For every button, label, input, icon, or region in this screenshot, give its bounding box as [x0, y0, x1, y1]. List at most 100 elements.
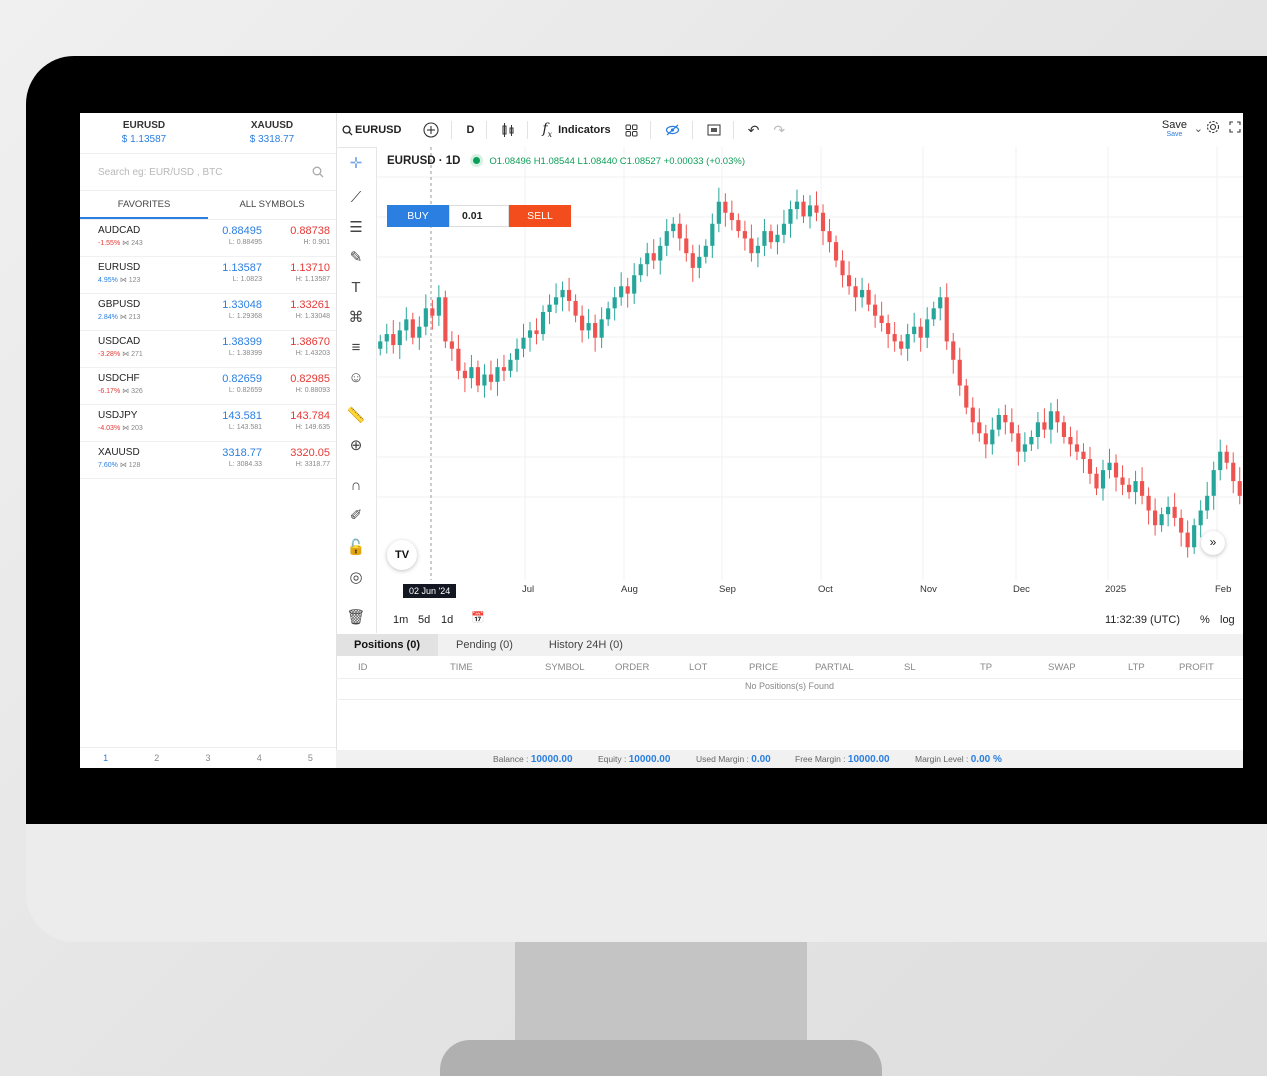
interval-button[interactable]: D	[466, 124, 474, 136]
tab-positions[interactable]: Positions (0)	[336, 634, 439, 656]
bid-price[interactable]: 1.33048	[194, 299, 262, 311]
bid-price[interactable]: 0.88495	[194, 225, 262, 237]
tab-favorites[interactable]: FAVORITES	[80, 191, 208, 219]
crosshair-tool-icon[interactable]: ✛	[345, 153, 367, 175]
divider	[649, 121, 651, 139]
lock-drawing-icon[interactable]: ✐	[345, 505, 367, 527]
bid-price[interactable]: 0.82659	[194, 373, 262, 385]
log-toggle[interactable]: log	[1220, 614, 1235, 626]
templates-button[interactable]	[625, 124, 638, 137]
lot-size-input[interactable]: 0.01	[449, 205, 509, 227]
candle-body	[1042, 422, 1047, 430]
prediction-tool-icon[interactable]: ≡	[345, 337, 367, 359]
ask-price[interactable]: 143.784	[262, 410, 330, 422]
eye-icon[interactable]: ◎	[345, 567, 367, 589]
text-tool-icon[interactable]: T	[345, 277, 367, 299]
symbol-name: GBPUSD	[98, 299, 141, 310]
ask-price[interactable]: 0.88738	[262, 225, 330, 237]
compare-button[interactable]	[423, 122, 440, 138]
page-1[interactable]: 1	[80, 748, 131, 768]
visibility-toggle[interactable]	[665, 124, 680, 136]
sell-button[interactable]: SELL	[509, 205, 571, 227]
scroll-to-realtime-button[interactable]: »	[1201, 531, 1225, 555]
high-price: H: 0.88093	[295, 387, 330, 394]
ask-price[interactable]: 1.33261	[262, 299, 330, 311]
trash-icon[interactable]: 🗑	[345, 607, 367, 629]
candles-icon	[502, 123, 514, 137]
symbol-row[interactable]: EURUSD 4.95% ⋈ 123 1.13587 L: 1.0823 1.137…	[80, 257, 336, 294]
divider	[527, 121, 529, 139]
save-sublabel: Save	[1166, 131, 1183, 138]
percent-toggle[interactable]: %	[1200, 614, 1210, 626]
bid-price[interactable]: 1.13587	[194, 262, 262, 274]
tradingview-logo[interactable]: TV	[387, 540, 417, 570]
indicators-button[interactable]: fx Indicators	[542, 121, 610, 139]
low-price: L: 143.581	[228, 424, 262, 431]
magnet-icon[interactable]: ∩	[345, 475, 367, 497]
candle-type-button[interactable]	[501, 122, 515, 138]
page-3[interactable]: 3	[182, 748, 233, 768]
page-4[interactable]: 4	[234, 748, 285, 768]
ask-price[interactable]: 1.13710	[262, 262, 330, 274]
search-icon	[342, 124, 353, 136]
page-5[interactable]: 5	[285, 748, 336, 768]
bid-price[interactable]: 143.581	[194, 410, 262, 422]
bid-price[interactable]: 1.38399	[194, 336, 262, 348]
candle-body	[873, 304, 878, 316]
ask-price[interactable]: 0.82985	[262, 373, 330, 385]
drawing-toolbar: ✛ ⟋ ☰ ✎ T ⌘ ≡ ☺ 📏 ⊕ ∩ ✐ 🔓 ◎ 🗑	[336, 147, 377, 633]
timeframe-1m[interactable]: 1m	[393, 614, 408, 626]
redo-button[interactable]: ↷	[773, 122, 785, 139]
zoom-in-icon[interactable]: ⊕	[345, 435, 367, 457]
candle-body	[488, 374, 494, 382]
search-input[interactable]: Search eg: EUR/USD , BTC	[80, 154, 336, 191]
candle-body	[1153, 510, 1158, 526]
ticker-bar: EURUSD $ 1.13587 XAUUSD $ 3318.77	[80, 113, 336, 154]
symbol-row[interactable]: GBPUSD 2.84% ⋈ 213 1.33048 L: 1.29368 1.33…	[80, 294, 336, 331]
save-button[interactable]: Save Save	[1162, 119, 1187, 138]
equity-label: Equity :	[598, 754, 629, 764]
tab-history[interactable]: History 24H (0)	[531, 634, 641, 656]
settings-button[interactable]	[1205, 119, 1221, 138]
price-chart[interactable]: EURUSD · 1D O1.08496 H1.08544 L1.08440 C…	[377, 147, 1243, 633]
status-dot-icon	[473, 157, 481, 164]
column-header: PRICE	[749, 662, 779, 673]
timeframe-5d[interactable]: 5d	[418, 614, 430, 626]
symbol-search-button[interactable]: EURUSD	[342, 124, 401, 136]
page-2[interactable]: 2	[131, 748, 182, 768]
bid-price[interactable]: 3318.77	[194, 447, 262, 459]
brush-tool-icon[interactable]: ✎	[345, 247, 367, 269]
tab-all-symbols[interactable]: ALL SYMBOLS	[208, 191, 336, 219]
tab-pending[interactable]: Pending (0)	[438, 634, 531, 656]
candle-body	[527, 330, 533, 338]
trendline-tool-icon[interactable]: ⟋	[345, 187, 367, 209]
ruler-tool-icon[interactable]: 📏	[345, 405, 367, 427]
date-range-icon[interactable]: 📅	[471, 611, 485, 624]
symbol-row[interactable]: AUDCAD -1.55% ⋈ 243 0.88495 L: 0.88495 0.8…	[80, 220, 336, 257]
screenshot-button[interactable]	[707, 124, 721, 136]
low-price: L: 1.0823	[232, 276, 262, 283]
symbol-row[interactable]: USDCAD -3.28% ⋈ 271 1.38399 L: 1.38399 1.3…	[80, 331, 336, 368]
grid-icon	[625, 124, 638, 136]
ticker-xauusd[interactable]: XAUUSD $ 3318.77	[208, 113, 336, 153]
pattern-tool-icon[interactable]: ⌘	[345, 307, 367, 329]
undo-button[interactable]: ↶	[748, 122, 760, 139]
buy-button[interactable]: BUY	[387, 205, 449, 227]
unlock-icon[interactable]: 🔓	[345, 537, 367, 559]
symbol-row[interactable]: XAUUSD 7.60% ⋈ 128 3318.77 L: 3084.33 3320…	[80, 442, 336, 479]
search-icon[interactable]	[312, 166, 324, 178]
symbol-row[interactable]: USDCHF -6.17% ⋈ 326 0.82659 L: 0.82659 0.8…	[80, 368, 336, 405]
fullscreen-button[interactable]	[1229, 121, 1241, 136]
candle-body	[1133, 481, 1138, 493]
candle-body	[1211, 470, 1216, 496]
ask-price[interactable]: 1.38670	[262, 336, 330, 348]
candle-body	[1126, 484, 1132, 493]
ticker-eurusd[interactable]: EURUSD $ 1.13587	[80, 113, 208, 153]
timeframe-1d[interactable]: 1d	[441, 614, 453, 626]
emoji-tool-icon[interactable]: ☺	[345, 367, 367, 389]
save-dropdown-icon[interactable]: ⌄	[1194, 122, 1203, 135]
symbol-row[interactable]: USDJPY -4.03% ⋈ 203 143.581 L: 143.581 143…	[80, 405, 336, 442]
fib-lines-tool-icon[interactable]: ☰	[345, 217, 367, 239]
utc-clock[interactable]: 11:32:39 (UTC)	[1105, 614, 1180, 626]
ask-price[interactable]: 3320.05	[262, 447, 330, 459]
